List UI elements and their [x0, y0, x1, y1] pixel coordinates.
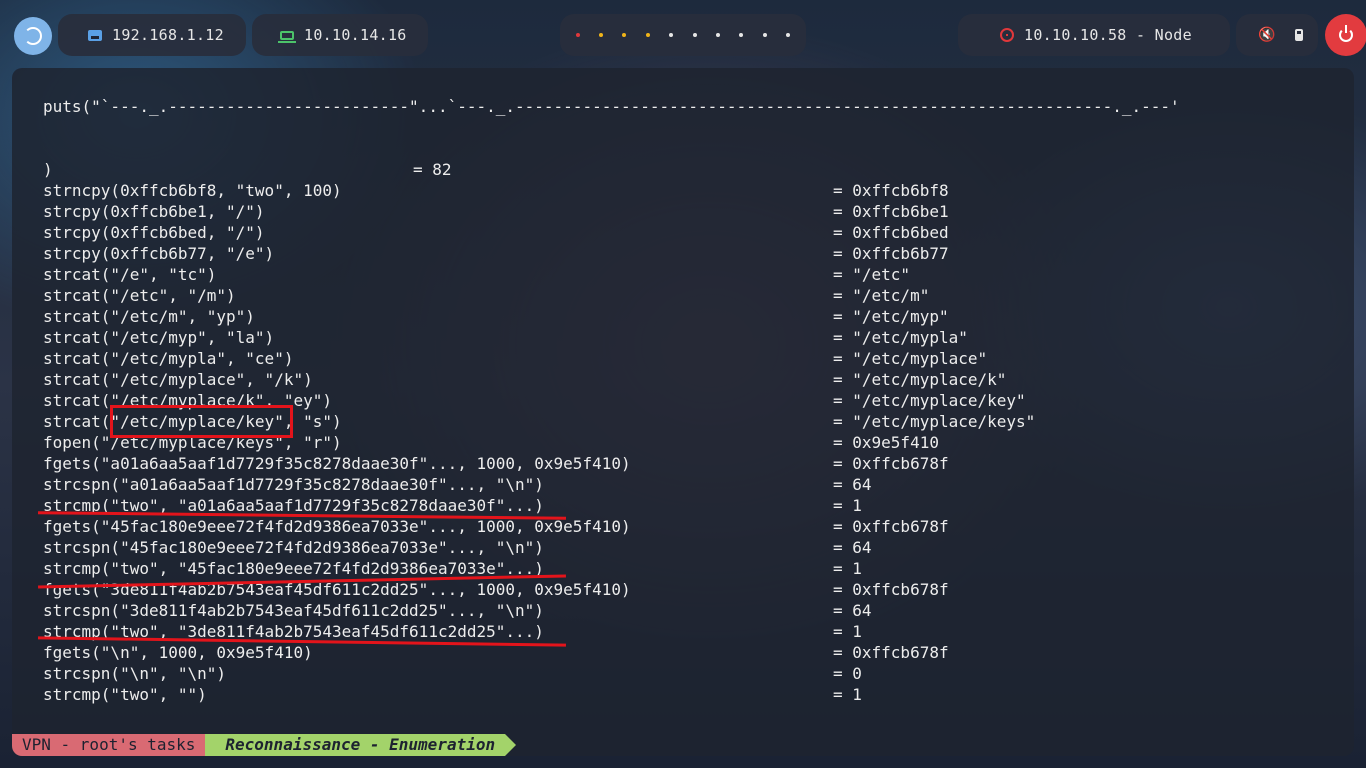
return-value: = 0xffcb6b77	[833, 244, 949, 263]
call-text: fgets("\n", 1000, 0x9e5f410)	[43, 643, 313, 662]
power-icon	[1339, 25, 1353, 42]
vpn-ip-label: 10.10.14.16	[304, 26, 407, 44]
workspace-dot-1[interactable]	[575, 33, 580, 37]
mute-icon[interactable]: 🔇	[1258, 27, 1275, 43]
return-value: = 0xffcb678f	[833, 580, 949, 599]
call-text: fgets("a01a6aa5aaf1d7729f35c8278daae30f"…	[43, 454, 631, 473]
highlight-box	[110, 405, 293, 438]
top-bar: 192.168.1.12 10.10.14.16 10.10.10.58 - N…	[0, 14, 1366, 56]
call-text: strncpy(0xffcb6bf8, "two", 100)	[43, 181, 342, 200]
workspace-dot-9[interactable]	[762, 33, 767, 37]
return-value: = 0xffcb678f	[833, 517, 949, 536]
return-value: = 0xffcb678f	[833, 454, 949, 473]
return-value: = 64	[833, 475, 872, 494]
terminal-window[interactable]: puts("`---._.-------------------------".…	[12, 68, 1354, 756]
call-text: strcpy(0xffcb6bed, "/")	[43, 223, 265, 242]
debian-logo-icon[interactable]	[14, 17, 52, 55]
return-value: = 64	[833, 538, 872, 557]
call-text: strcspn("a01a6aa5aaf1d7729f35c8278daae30…	[43, 475, 544, 494]
call-text: strcspn("45fac180e9eee72f4fd2d9386ea7033…	[43, 538, 544, 557]
target-label: 10.10.10.58 - Node	[1024, 26, 1192, 44]
system-tray: 🔇	[1236, 14, 1318, 56]
target-widget[interactable]: 10.10.10.58 - Node	[958, 14, 1230, 56]
call-text: strcspn("3de811f4ab2b7543eaf45df611c2dd2…	[43, 601, 544, 620]
call-text: strcpy(0xffcb6b77, "/e")	[43, 244, 275, 263]
call-text: strcmp("two", "")	[43, 685, 207, 704]
return-value: = "/etc/myp"	[833, 307, 949, 326]
call-text: strcspn("\n", "\n")	[43, 664, 227, 683]
return-value: = "/etc/myplace"	[833, 349, 988, 368]
workspace-dot-2[interactable]	[599, 33, 604, 37]
return-value: = 1	[833, 685, 862, 704]
call-text: strcat("/etc/m", "yp")	[43, 307, 255, 326]
call-text: )	[43, 160, 53, 179]
return-value: = 1	[833, 622, 862, 641]
return-value: = 0xffcb6bf8	[833, 181, 949, 200]
call-text: strcat("/etc/myp", "la")	[43, 328, 275, 347]
return-value: = 64	[833, 601, 872, 620]
return-value: = "/etc/mypla"	[833, 328, 968, 347]
return-value: = 1	[833, 559, 862, 578]
local-ip-widget[interactable]: 192.168.1.12	[58, 14, 246, 56]
call-text: strcat("/e", "tc")	[43, 265, 217, 284]
return-value: = 0	[833, 664, 862, 683]
call-text: strcpy(0xffcb6be1, "/")	[43, 202, 265, 221]
ethernet-icon	[88, 29, 102, 41]
vpn-ip-widget[interactable]: 10.10.14.16	[252, 14, 428, 56]
return-value: = "/etc/m"	[833, 286, 930, 305]
laptop-icon	[278, 30, 296, 43]
call-text: strcat("/etc/mypla", "ce")	[43, 349, 294, 368]
power-button[interactable]	[1325, 14, 1366, 56]
window-label[interactable]: Reconnaissance - Enumeration	[205, 734, 516, 756]
workspace-dot-8[interactable]	[739, 33, 744, 37]
workspaces[interactable]	[560, 14, 806, 56]
workspace-dot-4[interactable]	[645, 33, 650, 37]
return-value: = "/etc/myplace/k"	[833, 370, 1007, 389]
session-label[interactable]: VPN - root's tasks	[12, 734, 217, 756]
return-value: = 82	[413, 160, 452, 179]
workspace-dot-7[interactable]	[716, 33, 721, 37]
return-value: = "/etc/myplace/keys"	[833, 412, 1036, 431]
workspace-dot-6[interactable]	[692, 33, 697, 37]
return-value: = "/etc"	[833, 265, 911, 284]
return-value: = 0xffcb678f	[833, 643, 949, 662]
status-bar: VPN - root's tasks Reconnaissance - Enum…	[12, 734, 1354, 756]
return-value: = 1	[833, 496, 862, 515]
return-value: = 0x9e5f410	[833, 433, 939, 452]
call-text: strcat("/etc/myplace", "/k")	[43, 370, 313, 389]
workspace-dot-5[interactable]	[669, 33, 674, 37]
return-value: = 0xffcb6bed	[833, 223, 949, 242]
call-text: strcat("/etc", "/m")	[43, 286, 236, 305]
return-value: = "/etc/myplace/key"	[833, 391, 1026, 410]
workspace-dot-10[interactable]	[786, 33, 791, 37]
call-text: puts("`---._.-------------------------".…	[43, 97, 1180, 116]
workspace-dot-3[interactable]	[622, 33, 627, 37]
local-ip-label: 192.168.1.12	[112, 26, 224, 44]
battery-icon[interactable]	[1295, 29, 1304, 41]
target-icon	[1000, 28, 1014, 42]
return-value: = 0xffcb6be1	[833, 202, 949, 221]
